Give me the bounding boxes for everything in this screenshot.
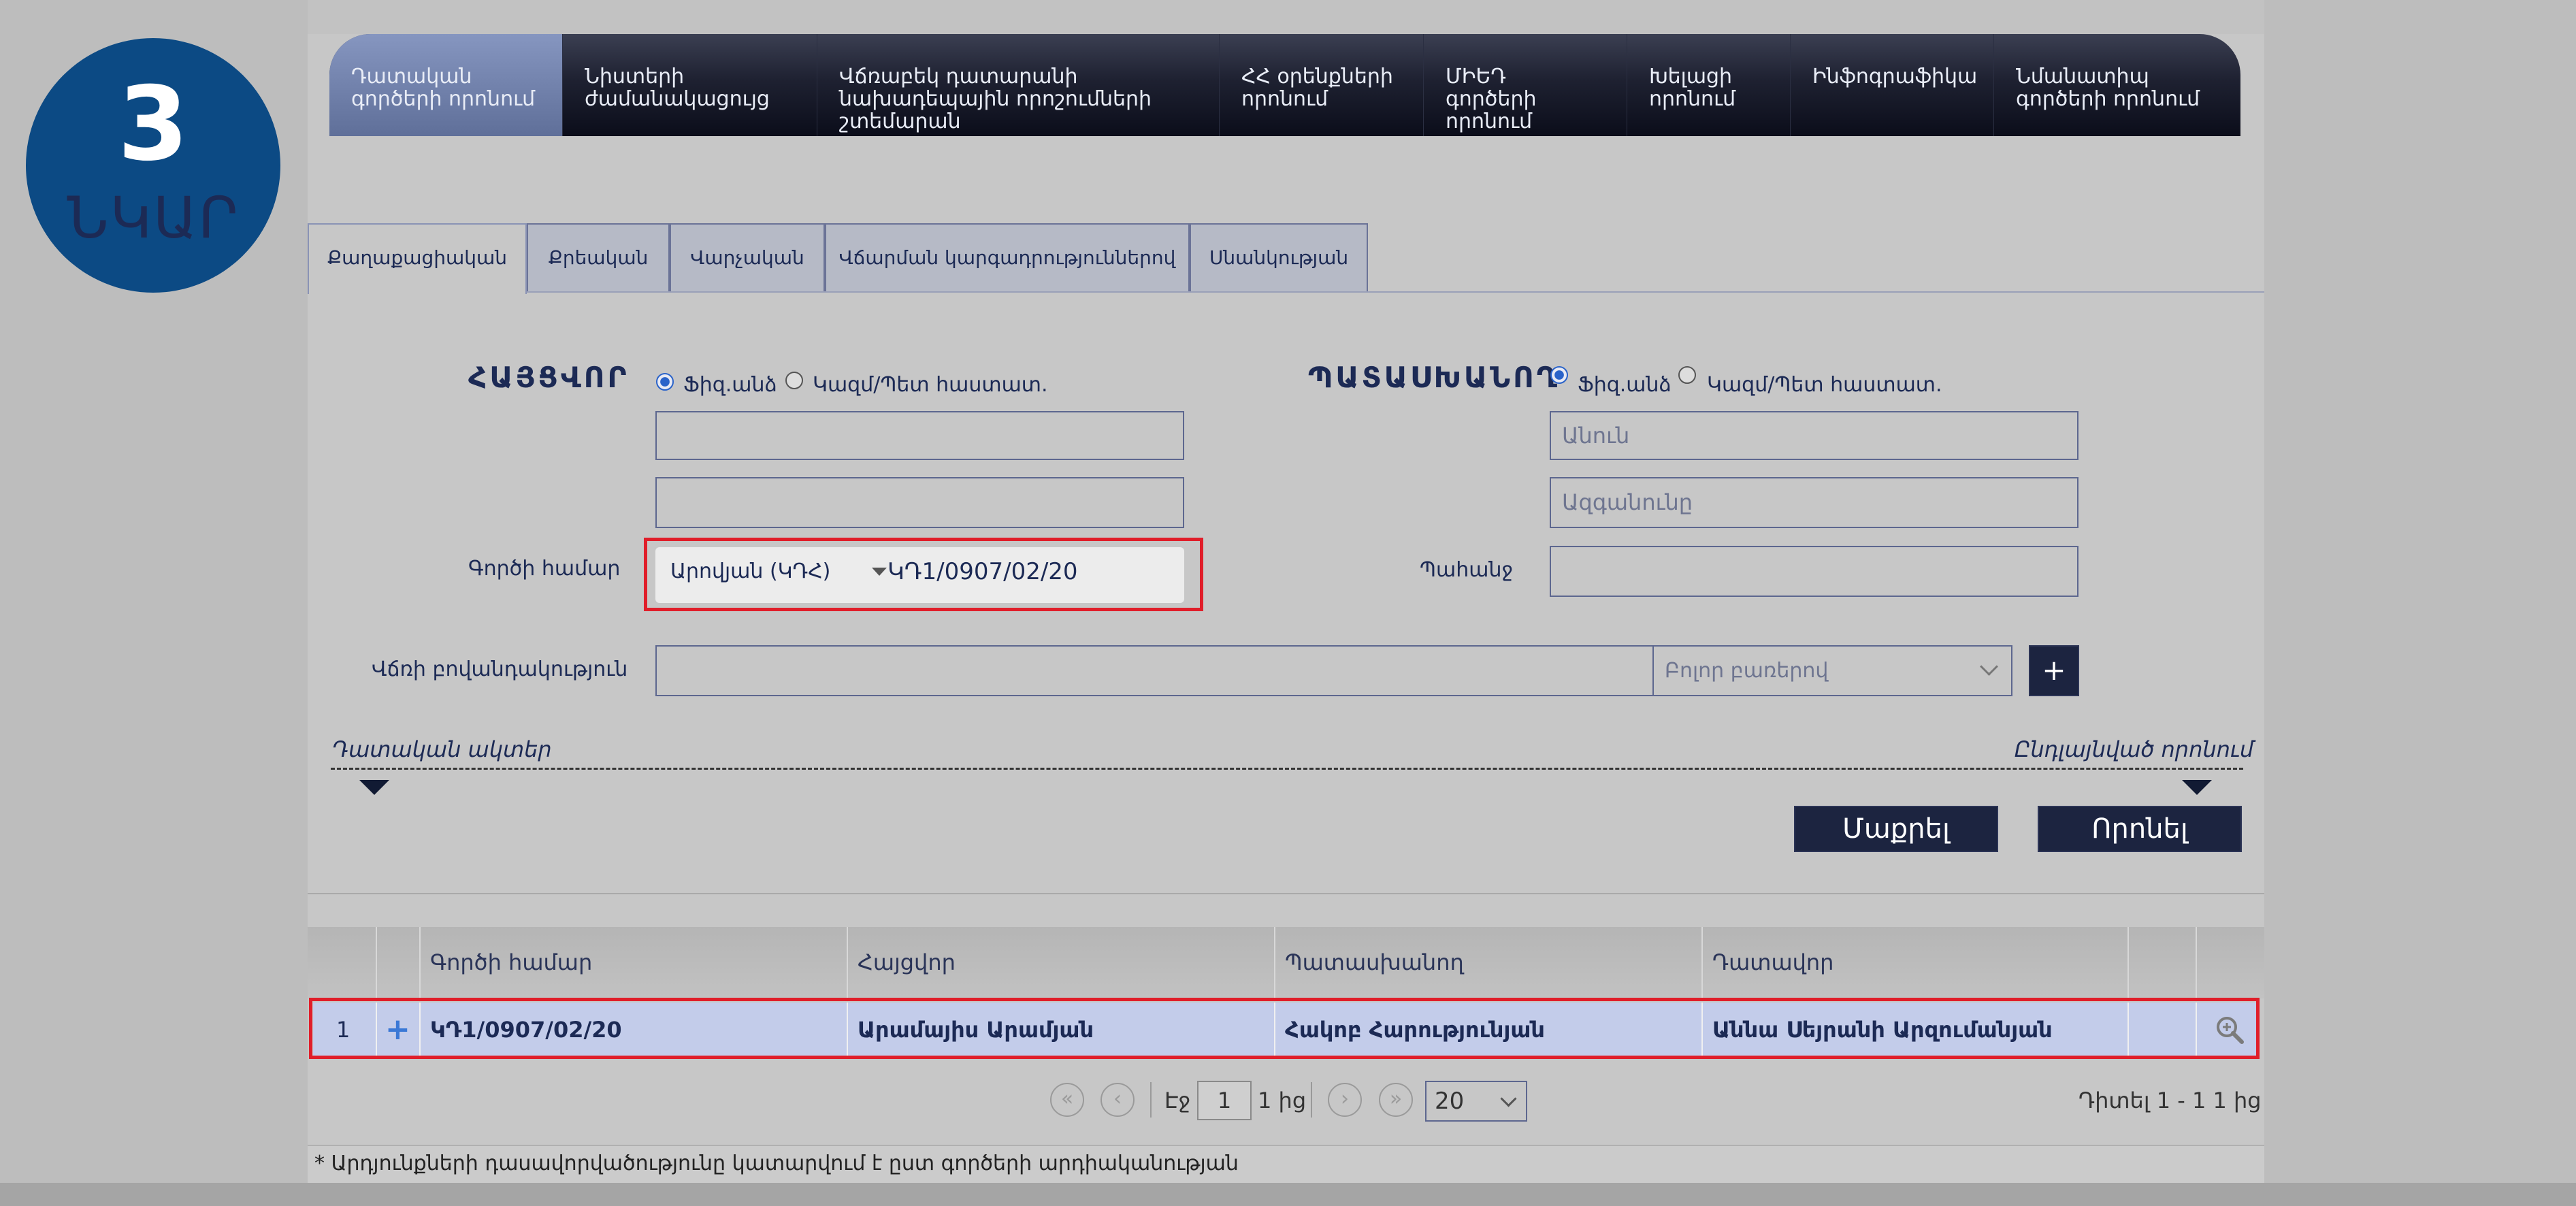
clear-button[interactable]: Մաքրել	[1794, 806, 1998, 852]
column-header-case-number[interactable]: Գործի համար	[419, 927, 847, 998]
defendant-heading: ՊԱՏԱՍԽԱՆՈՂ	[1308, 361, 1560, 394]
nav-label-line: որոնում	[1241, 87, 1328, 111]
nav-label-line: ՀՀ օրենքների	[1241, 65, 1393, 88]
defendant-name-input[interactable]: Անուն	[1550, 411, 2078, 460]
plaintiff-radio-legal-label: Կազմ/Պետ հաստատ.	[813, 373, 1048, 397]
page-number-input[interactable]: 1	[1197, 1081, 1252, 1120]
defendant-radio-physical-label: Ֆիզ.անձ	[1578, 373, 1672, 397]
tab-bankruptcy[interactable]: Սնանկության	[1190, 223, 1368, 291]
decision-content-label: Վճռի բովանդակություն	[372, 657, 628, 681]
table-header-blank	[2196, 927, 2264, 998]
nav-item-laws[interactable]: ՀՀ օրենքների որոնում	[1220, 34, 1424, 136]
nav-label-line: որոնում	[1649, 87, 1736, 111]
nav-item-similar-cases[interactable]: Նմանատիպ գործերի որոնում	[1994, 34, 2240, 136]
court-select[interactable]: Արովյան (ԿԴՀ)	[670, 559, 830, 583]
nav-label-line: որոնում	[1446, 110, 1533, 133]
table-header-blank	[2127, 927, 2196, 998]
tab-administrative[interactable]: Վարչական	[670, 223, 825, 291]
nav-label-line: նախադեպային որոշումների	[839, 87, 1152, 111]
case-number-label: Գործի համար	[468, 557, 621, 581]
defendant-radio-physical[interactable]	[1550, 366, 1568, 384]
step-number: 3	[117, 65, 189, 184]
defendant-radio-legal[interactable]	[1678, 366, 1696, 384]
tab-payment-orders[interactable]: Վճարման կարգադրություններով	[825, 223, 1190, 291]
results-divider	[308, 893, 2264, 894]
plaintiff-heading: ՀԱՅՑՎՈՐ	[468, 361, 630, 394]
nav-label-line: գործերի որոնում	[351, 87, 536, 111]
plaintiff-radio-physical[interactable]	[656, 373, 674, 391]
page-of-label: 1 ից	[1258, 1088, 1307, 1113]
tab-civil[interactable]: Քաղաքացիական	[308, 223, 527, 294]
column-header-judge[interactable]: Դատավոր	[1701, 927, 2127, 998]
prev-page-button[interactable]: ‹	[1100, 1083, 1135, 1117]
nav-label-line: Նմանատիպ	[2016, 65, 2149, 88]
nav-item-echr[interactable]: ՄԻԵԴ գործերի որոնում	[1424, 34, 1627, 136]
court-acts-toggle[interactable]: Դատական ակտեր	[332, 736, 552, 762]
decision-content-input[interactable]	[655, 645, 1654, 696]
nav-item-schedule[interactable]: Նիստերի ժամանակացույց	[563, 34, 817, 136]
tab-criminal[interactable]: Քրեական	[527, 223, 670, 291]
caret-down-icon[interactable]	[2182, 780, 2212, 795]
last-page-button[interactable]: »	[1379, 1083, 1413, 1117]
nav-item-smart-search[interactable]: Խելացի որոնում	[1627, 34, 1791, 136]
case-number-input[interactable]: ԿԴ1/0907/02/20	[887, 558, 1078, 585]
top-strip	[308, 0, 2264, 34]
nav-label-line: գործերի	[1446, 87, 1537, 111]
nav-label-line: Դատական	[351, 65, 472, 88]
nav-label-line: Վճռաբեկ դատարանի	[839, 65, 1078, 88]
nav-item-infographics[interactable]: Ինֆոգրաֆիկա	[1791, 34, 1994, 136]
pager-separator	[1311, 1082, 1312, 1118]
nav-label-line: ՄԻԵԴ	[1446, 65, 1507, 88]
plaintiff-radio-legal[interactable]	[785, 372, 803, 389]
plaintiff-name-input[interactable]	[655, 411, 1184, 460]
results-summary: Դիտել 1 - 1 1 ից	[2078, 1088, 2262, 1113]
pager-separator	[1150, 1082, 1152, 1118]
nav-label-line: ժամանակացույց	[585, 87, 770, 111]
defendant-radio-legal-label: Կազմ/Պետ հաստատ.	[1707, 373, 1942, 397]
caret-down-icon[interactable]	[359, 780, 389, 795]
nav-label-line: գործերի որոնում	[2016, 87, 2200, 111]
advanced-search-toggle[interactable]: Ընդլայնված որոնում	[2015, 736, 2253, 762]
words-select[interactable]: Բոլոր բառերով	[1652, 645, 2012, 696]
plaintiff-radio-physical-label: Ֆիզ.անձ	[683, 373, 777, 397]
bottom-bar	[0, 1183, 2576, 1206]
column-header-defendant[interactable]: Պատասխանող	[1274, 927, 1701, 998]
tab-baseline	[308, 291, 2264, 293]
result-row-highlight	[309, 998, 2260, 1059]
step-label: ՆԿԱՐ	[67, 184, 240, 251]
nav-label-line: Ինֆոգրաֆիկա	[1812, 65, 1978, 88]
claim-input[interactable]	[1550, 546, 2078, 597]
main-nav: Դատական գործերի որոնում Նիստերի ժամանակա…	[329, 34, 2240, 136]
footnote-text: * Արդյունքների դասավորվածությունը կատարվ…	[314, 1152, 1239, 1175]
next-page-button[interactable]: ›	[1328, 1083, 1362, 1117]
nav-label-line: շտեմարան	[839, 110, 961, 133]
first-page-button[interactable]: «	[1050, 1083, 1084, 1117]
page-label: Էջ	[1164, 1088, 1191, 1113]
nav-label-line: Խելացի	[1649, 65, 1733, 88]
add-condition-button[interactable]: +	[2029, 645, 2079, 696]
nav-label-line: Նիստերի	[585, 65, 685, 88]
chevron-down-icon[interactable]	[872, 568, 887, 576]
column-header-plaintiff[interactable]: Հայցվոր	[847, 927, 1274, 998]
nav-item-precedents[interactable]: Վճռաբեկ դատարանի նախադեպային որոշումների…	[817, 34, 1220, 136]
defendant-surname-input[interactable]: Ազգանունը	[1550, 477, 2078, 528]
table-header-expand	[376, 927, 419, 998]
step-badge: 3 ՆԿԱՐ	[26, 38, 280, 293]
nav-item-case-search[interactable]: Դատական գործերի որոնում	[329, 34, 563, 136]
claim-label: Պահանջ	[1420, 558, 1514, 582]
search-button[interactable]: Որոնել	[2038, 806, 2242, 852]
plaintiff-surname-input[interactable]	[655, 477, 1184, 528]
dashed-divider	[331, 768, 2243, 770]
